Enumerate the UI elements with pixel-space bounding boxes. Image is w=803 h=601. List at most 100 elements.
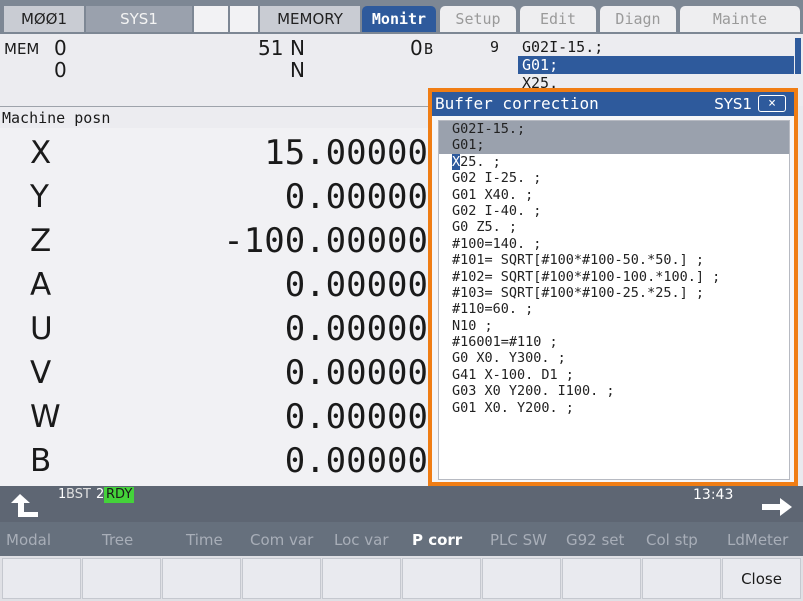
buffer-line[interactable]: G01 X0. Y200. ; <box>439 400 789 416</box>
buffer-line-selected[interactable]: G01; <box>439 137 789 154</box>
status-bar: 1 BST 2 RDY 13:43 <box>0 486 803 522</box>
return-arrow-icon[interactable] <box>10 494 40 518</box>
program-line-1: G02I-15.; <box>522 38 604 56</box>
axis-name: Z <box>30 223 52 259</box>
program-number: 51 <box>258 36 284 60</box>
block-number: 9 <box>490 38 500 56</box>
buffer-line[interactable]: G02 I-40. ; <box>439 203 789 219</box>
close-icon[interactable]: × <box>758 95 786 112</box>
status-tab-m001: MØØ1 <box>4 6 84 32</box>
softkey-label-com-var: Com var <box>250 531 314 549</box>
buffer-line[interactable]: #101= SQRT[#100*#100-50.*50.] ; <box>439 252 789 268</box>
right-arrow-icon[interactable] <box>762 496 794 518</box>
buffer-line-cursor[interactable]: X25. ; <box>439 153 789 170</box>
axis-value: 0.00000 <box>284 265 428 305</box>
softkey-button-1[interactable] <box>2 558 81 599</box>
softkey-label-col-stp: Col stp <box>646 531 698 549</box>
axis-row-a: A 0.00000 <box>0 264 440 306</box>
bst-status: BST <box>66 487 91 502</box>
axis-value: -100.00000 <box>223 221 428 261</box>
axis-row-w: W 0.00000 <box>0 396 440 438</box>
axis-value: 0.00000 <box>284 177 428 217</box>
blank-tab-1 <box>194 6 228 32</box>
n-label-2: N <box>290 58 305 82</box>
clock-time: 13:43 <box>693 487 734 503</box>
buffer-program-list[interactable]: G02I-15.; G01; X25. ; G02 I-25. ; G01 X4… <box>438 120 790 480</box>
blank-tab-2 <box>230 6 258 32</box>
softkey-button-6[interactable] <box>402 558 481 599</box>
rdy-status-badge: RDY <box>104 487 135 503</box>
text-cursor: X <box>452 153 461 170</box>
top-tab-bar: MØØ1 SYS1 MEMORY Monitr Setup Edit Diagn… <box>0 0 803 34</box>
axis-row-b: B 0.00000 <box>0 440 440 482</box>
operation-mode: MEM <box>4 40 40 58</box>
axis-value: 0.00000 <box>284 397 428 437</box>
axis-row-x: X 15.00000 <box>0 132 440 174</box>
axis-name: W <box>30 399 61 435</box>
buffer-line-rest: 25. ; <box>460 153 501 170</box>
program-line-2-current: G01; <box>518 56 794 74</box>
buffer-line[interactable]: N10 ; <box>439 318 789 334</box>
softkey-label-ldmeter: LdMeter <box>727 531 789 549</box>
header-value-1: 0 <box>54 36 67 60</box>
close-button[interactable]: Close <box>722 558 801 599</box>
softkey-button-3[interactable] <box>162 558 241 599</box>
memory-mode-tab: MEMORY <box>260 6 360 32</box>
machine-posn-panel: X 15.00000 Y 0.00000 Z -100.00000 A 0.00… <box>0 128 440 486</box>
menu-tab-edit[interactable]: Edit <box>520 6 596 32</box>
axis-row-v: V 0.00000 <box>0 352 440 394</box>
buffer-line[interactable]: #102= SQRT[#100*#100-100.*100.] ; <box>439 269 789 285</box>
buffer-line[interactable]: G0 Z5. ; <box>439 219 789 235</box>
dialog-system-label: SYS1 <box>714 95 752 113</box>
softkey-label-plc-sw: PLC SW <box>490 531 547 549</box>
buffer-line[interactable]: #100=140. ; <box>439 236 789 252</box>
sequence-value: 0 <box>410 36 423 60</box>
softkey-button-2[interactable] <box>82 558 161 599</box>
softkey-button-7[interactable] <box>482 558 561 599</box>
menu-tab-setup[interactable]: Setup <box>440 6 516 32</box>
axis-name: X <box>30 135 52 171</box>
menu-tab-mainte[interactable]: Mainte <box>680 6 800 32</box>
softkey-label-tree: Tree <box>102 531 134 549</box>
n-label-1: N <box>290 36 305 60</box>
axis-name: V <box>30 355 52 391</box>
axis-value: 0.00000 <box>284 441 428 481</box>
softkey-button-9[interactable] <box>642 558 721 599</box>
b-label: B <box>424 40 434 58</box>
axis-name: B <box>30 443 52 479</box>
axis-row-z: Z -100.00000 <box>0 220 440 262</box>
axis-value: 15.00000 <box>264 133 428 173</box>
buffer-line[interactable]: #103= SQRT[#100*#100-25.*25.] ; <box>439 285 789 301</box>
axis-value: 0.00000 <box>284 309 428 349</box>
softkey-label-time: Time <box>186 531 223 549</box>
softkey-button-8[interactable] <box>562 558 641 599</box>
buffer-line[interactable]: #110=60. ; <box>439 301 789 317</box>
softkey-label-p-corr: P corr <box>412 531 463 549</box>
menu-tab-diagn[interactable]: Diagn <box>600 6 676 32</box>
axis-value: 0.00000 <box>284 353 428 393</box>
softkey-button-5[interactable] <box>322 558 401 599</box>
softkey-button-4[interactable] <box>242 558 321 599</box>
softkey-label-loc-var: Loc var <box>334 531 389 549</box>
buffer-line[interactable]: G0 X0. Y300. ; <box>439 350 789 366</box>
status-header: MEM 0 0 51 N N 0 B <box>0 34 440 106</box>
axis-row-u: U 0.00000 <box>0 308 440 350</box>
buffer-correction-dialog: Buffer correction SYS1 × G02I-15.; G01; … <box>428 88 798 486</box>
system-tab-sys1[interactable]: SYS1 <box>86 6 192 32</box>
menu-tab-monitr[interactable]: Monitr <box>362 6 436 32</box>
softkey-label-modal: Modal <box>6 531 51 549</box>
machine-posn-title: Machine posn <box>0 106 440 128</box>
buffer-line[interactable]: G01 X40. ; <box>439 187 789 203</box>
buffer-line-current[interactable]: G02I-15.; <box>439 121 789 138</box>
buffer-line[interactable]: #16001=#110 ; <box>439 334 789 350</box>
softkey-label-g92-set: G92 set <box>566 531 625 549</box>
buffer-line[interactable]: G41 X-100. D1 ; <box>439 367 789 383</box>
buffer-line[interactable]: G02 I-25. ; <box>439 170 789 186</box>
axis-name: A <box>30 267 52 303</box>
program-scrollbar[interactable] <box>795 38 801 74</box>
header-value-2: 0 <box>54 58 67 82</box>
axis-row-y: Y 0.00000 <box>0 176 440 218</box>
buffer-line[interactable]: G03 X0 Y200. I100. ; <box>439 383 789 399</box>
axis-name: U <box>30 311 53 347</box>
axis-name: Y <box>30 179 49 215</box>
